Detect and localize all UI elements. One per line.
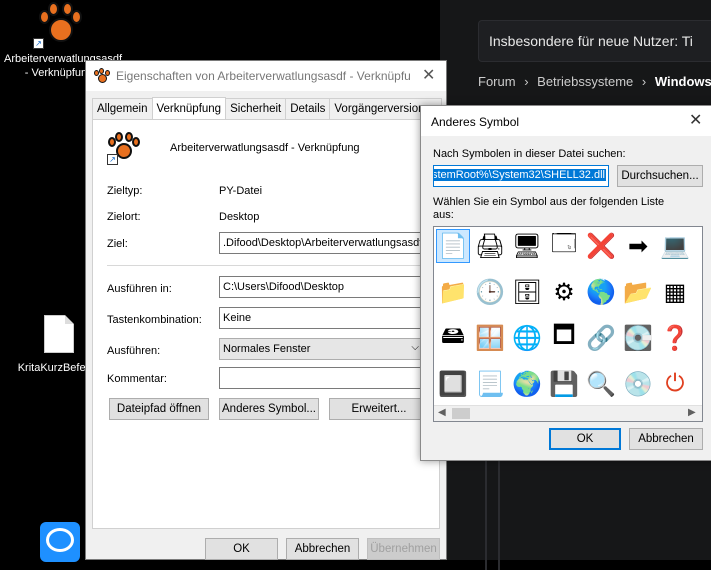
- floppy-drive-icon[interactable]: 💾: [547, 367, 581, 401]
- printer-icon[interactable]: 🖨: [473, 229, 507, 263]
- computer-icon[interactable]: 🖥: [510, 229, 544, 263]
- breadcrumb: Forum › Betriebssysteme › Windows: [478, 74, 711, 89]
- zielort-value: Desktop: [219, 211, 260, 223]
- crumb-windows[interactable]: Windows: [655, 74, 711, 89]
- help-icon[interactable]: ❓: [658, 321, 692, 355]
- ok-button[interactable]: OK: [205, 538, 278, 560]
- drive-icon[interactable]: 🖴: [436, 321, 470, 355]
- shortcut-paw-icon: ↗: [107, 132, 140, 165]
- icon-list[interactable]: ◀ ▶ 📄 📁 🖴 🔲 🖨 🕒 🪟 📃 🖥 🗄 🌐 🌍 🗔 ⚙ 🗖 💾 ❌ 🌎 🔗 🔍 ➡ 📂 💽 💿 💻 ▦ ❓ ⏻: [433, 226, 703, 422]
- horizontal-scrollbar[interactable]: ◀ ▶: [434, 405, 702, 421]
- search-icon[interactable]: 🔍: [584, 367, 618, 401]
- network-drive-icon[interactable]: 🗄: [510, 275, 544, 309]
- tastenkombination-field[interactable]: Keine: [219, 307, 425, 329]
- application-window-icon[interactable]: 🗖: [547, 321, 581, 355]
- crumb-forum[interactable]: Forum: [478, 74, 516, 89]
- tab-details[interactable]: Details: [285, 98, 331, 119]
- disk-drive-icon[interactable]: 💽: [621, 321, 655, 355]
- change-icon-button[interactable]: Anderes Symbol...: [219, 398, 319, 420]
- forum-notice[interactable]: Insbesondere für neue Nutzer: Ti: [478, 20, 711, 62]
- kommentar-label: Kommentar:: [107, 373, 167, 385]
- power-icon[interactable]: ⏻: [658, 367, 692, 401]
- divider: [107, 265, 425, 266]
- crumb-os[interactable]: Betriebssysteme: [537, 74, 633, 89]
- chip-icon[interactable]: 🔲: [436, 367, 470, 401]
- clock-document-icon[interactable]: 🕒: [473, 275, 507, 309]
- cancel-button[interactable]: Abbrechen: [629, 428, 703, 450]
- globe-icon[interactable]: 🌐: [510, 321, 544, 355]
- tasten-label: Tastenkombination:: [107, 314, 202, 326]
- kommentar-field[interactable]: [219, 367, 425, 389]
- window-icon[interactable]: 🪟: [473, 321, 507, 355]
- advanced-button[interactable]: Erweitert...: [329, 398, 429, 420]
- dialog-title: Eigenschaften von Arbeiterverwatlungsasd…: [116, 69, 411, 83]
- ausfuehren-in-label: Ausführen in:: [107, 283, 172, 295]
- shortcut-name: Arbeiterverwatlungsasdf - Verknüpfung: [170, 142, 360, 154]
- network-connections-icon[interactable]: 🔗: [584, 321, 618, 355]
- zielort-label: Zielort:: [107, 211, 141, 223]
- blank-document-icon[interactable]: 📄: [436, 229, 470, 263]
- settings-window-icon[interactable]: ⚙: [547, 275, 581, 309]
- disconnected-drive-icon[interactable]: ❌: [584, 229, 618, 263]
- shortcut-arrow-icon: ↗: [107, 154, 118, 165]
- chevron-down-icon: ⌵: [411, 342, 419, 353]
- title-bar[interactable]: Eigenschaften von Arbeiterverwatlungsasd…: [86, 61, 446, 91]
- scroll-right-icon[interactable]: ▶: [688, 407, 696, 418]
- browse-button[interactable]: Durchsuchen...: [617, 165, 703, 187]
- title-bar[interactable]: Anderes Symbol ✕: [421, 106, 711, 136]
- open-file-location-button[interactable]: Dateipfad öffnen: [109, 398, 209, 420]
- ziel-label: Ziel:: [107, 238, 128, 250]
- cancel-button[interactable]: Abbrechen: [286, 538, 359, 560]
- shortcut-tab-page: ↗ Arbeiterverwatlungsasdf - Verknüpfung …: [92, 119, 440, 529]
- tab-sicherheit[interactable]: Sicherheit: [225, 98, 287, 119]
- ausfuehren-label: Ausführen:: [107, 345, 161, 357]
- cd-drive-icon[interactable]: 💿: [621, 367, 655, 401]
- control-panel-icon[interactable]: 🗔: [547, 229, 581, 263]
- ziel-field[interactable]: .Difood\Desktop\Arbeiterverwatlungsasdf.…: [219, 232, 425, 254]
- ok-button[interactable]: OK: [549, 428, 621, 450]
- dialog-title: Anderes Symbol: [431, 115, 520, 129]
- scroll-left-icon[interactable]: ◀: [438, 407, 446, 418]
- paw-icon: [94, 68, 110, 84]
- grid-icon[interactable]: ▦: [658, 275, 692, 309]
- scrollbar-thumb[interactable]: [452, 408, 470, 419]
- apply-button[interactable]: Übernehmen: [367, 538, 440, 560]
- change-icon-dialog: Anderes Symbol ✕ Nach Symbolen in dieser…: [420, 105, 711, 461]
- close-icon[interactable]: ✕: [422, 65, 435, 85]
- tab-bar: Allgemein Verknüpfung Sicherheit Details Vor…: [92, 97, 443, 120]
- text-document-icon[interactable]: 📃: [473, 367, 507, 401]
- run-arrow-icon[interactable]: ➡: [621, 229, 655, 263]
- shortcut-arrow-icon: ↗: [33, 38, 44, 49]
- document-icon: [44, 315, 74, 353]
- icon-file-path-input[interactable]: %SystemRoot%\System32\SHELL32.dll: [433, 165, 609, 187]
- ausfuehren-in-field[interactable]: C:\Users\Difood\Desktop: [219, 276, 425, 298]
- laptop-icon[interactable]: 💻: [658, 229, 692, 263]
- messenger-app-icon[interactable]: [40, 522, 80, 562]
- icon-list-label: Wählen Sie ein Symbol aus der folgenden …: [433, 196, 665, 221]
- search-label: Nach Symbolen in dieser Datei suchen:: [433, 148, 626, 160]
- folder-icon[interactable]: 📁: [436, 275, 470, 309]
- tab-verknuepfung[interactable]: Verknüpfung: [151, 97, 227, 120]
- folder-small-icon[interactable]: 📂: [621, 275, 655, 309]
- network-icon[interactable]: 🌍: [510, 367, 544, 401]
- tab-allgemein[interactable]: Allgemein: [92, 98, 153, 119]
- close-icon[interactable]: ✕: [689, 110, 702, 130]
- ausfuehren-select[interactable]: Normales Fenster ⌵: [219, 338, 425, 360]
- paw-icon: ↗: [33, 2, 83, 50]
- zieltyp-value: PY-Datei: [219, 185, 263, 197]
- internet-icon[interactable]: 🌎: [584, 275, 618, 309]
- properties-dialog: Eigenschaften von Arbeiterverwatlungsasd…: [85, 60, 447, 560]
- zieltyp-label: Zieltyp:: [107, 185, 143, 197]
